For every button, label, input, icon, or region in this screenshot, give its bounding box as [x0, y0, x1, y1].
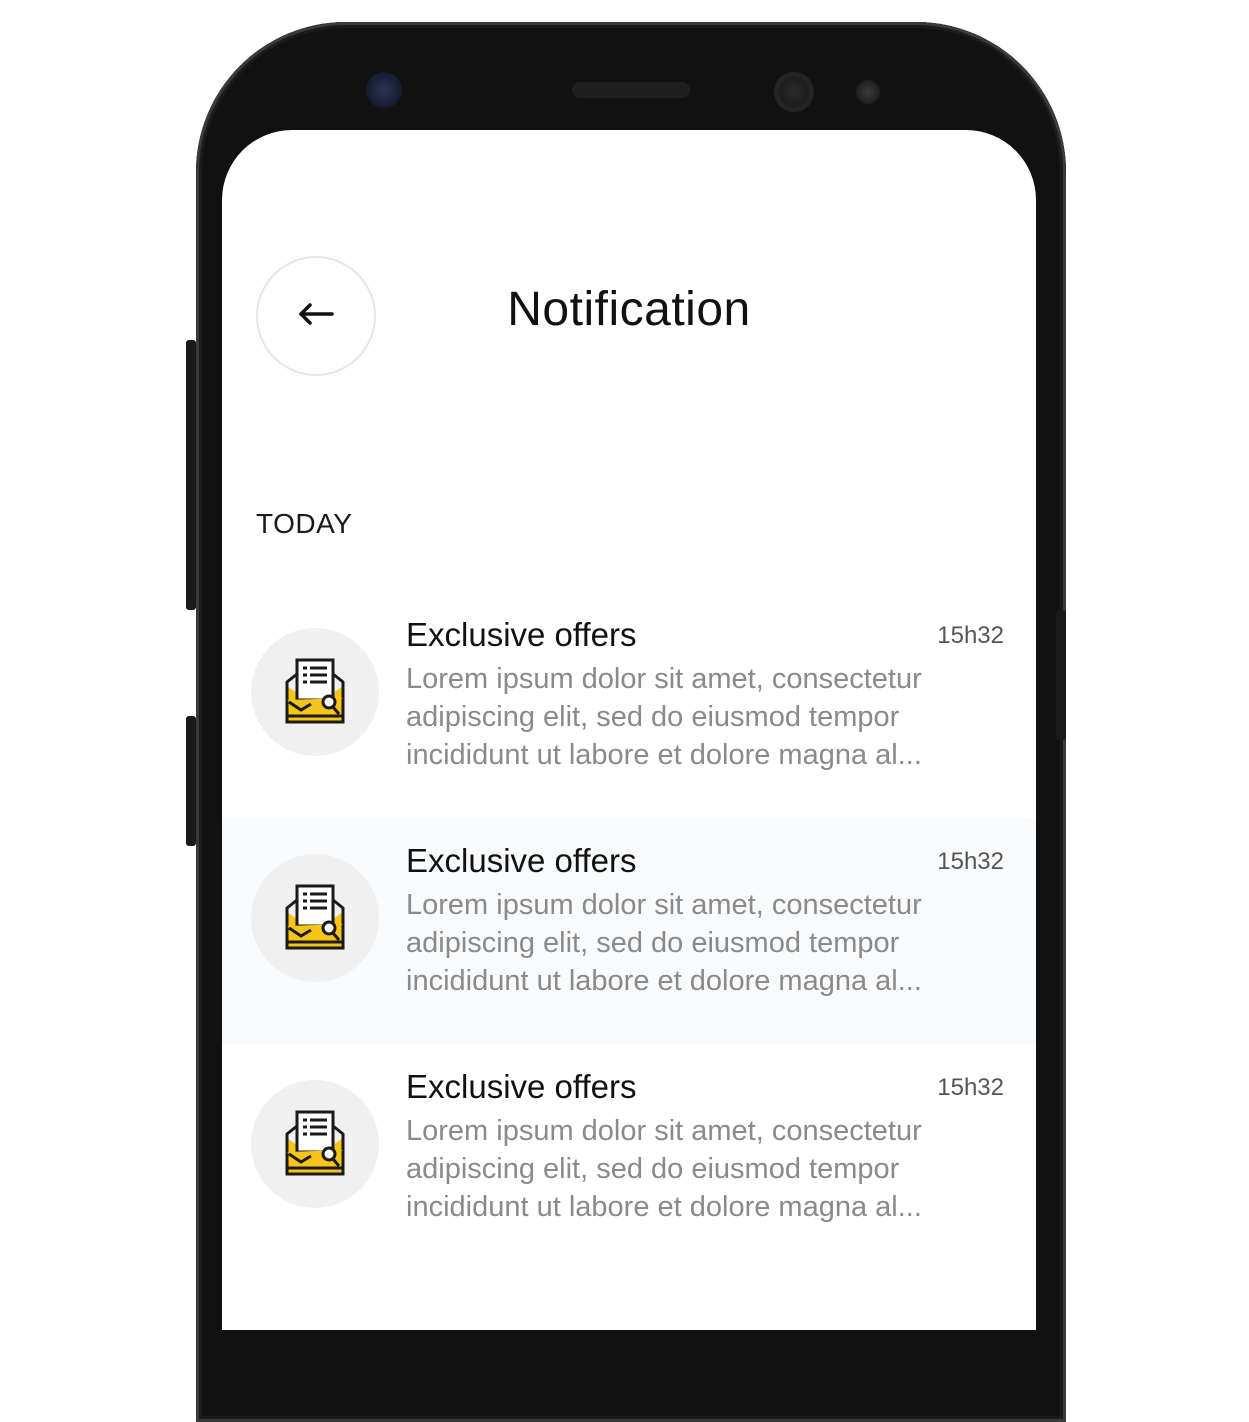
notification-time: 15h32 [937, 848, 1004, 875]
power-button [1056, 610, 1066, 740]
notification-title: Exclusive offers [406, 1068, 637, 1105]
notification-body: Lorem ipsum dolor sit amet, consectetur … [406, 663, 922, 771]
notification-title: Exclusive offers [406, 842, 637, 879]
open-envelope-letter-icon [277, 652, 353, 733]
proximity-sensor-icon [856, 80, 880, 104]
notification-title: Exclusive offers [406, 616, 637, 653]
notification-icon-circle [251, 628, 379, 756]
page-title: Notification [507, 283, 751, 336]
section-label-today: TODAY [256, 508, 353, 539]
open-envelope-letter-icon [277, 878, 353, 959]
notification-time: 15h32 [937, 1074, 1004, 1101]
notification-item[interactable]: Exclusive offers 15h32 Lorem ipsum dolor… [222, 592, 1036, 818]
front-camera-icon [366, 72, 402, 108]
open-envelope-letter-icon [277, 1104, 353, 1185]
screen: Notification TODAY Exclusive offers 15h3… [222, 130, 1036, 1330]
notification-item[interactable]: Exclusive offers 15h32 Lorem ipsum dolor… [222, 1044, 1036, 1270]
bixby-button [186, 716, 196, 846]
notification-icon-circle [251, 1080, 379, 1208]
volume-button [186, 340, 196, 610]
notification-body: Lorem ipsum dolor sit amet, consectetur … [406, 1115, 922, 1223]
notification-body: Lorem ipsum dolor sit amet, consectetur … [406, 889, 922, 997]
earpiece-speaker [572, 82, 690, 98]
notification-icon-circle [251, 854, 379, 982]
notification-item[interactable]: Exclusive offers 15h32 Lorem ipsum dolor… [222, 818, 1036, 1044]
notification-time: 15h32 [937, 622, 1004, 649]
sensor-icon [774, 72, 814, 112]
